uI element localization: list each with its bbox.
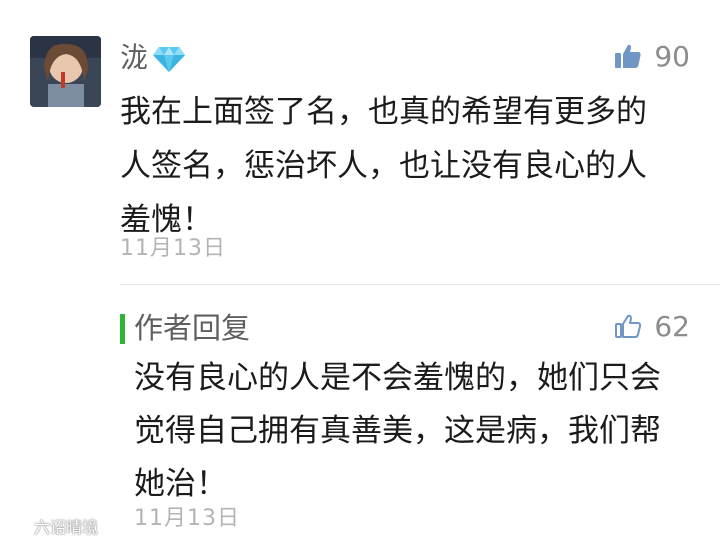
comment-date: 11月13日: [120, 236, 226, 261]
reply-date: 11月13日: [134, 506, 240, 531]
weibo-logo-icon: [6, 516, 32, 536]
username: 泷: [120, 41, 149, 74]
watermark-text: 六诏晴境: [34, 518, 99, 537]
reply-author: 作者回复: [134, 311, 251, 345]
reply-text: 没有良心的人是不会羞愧的，她们只会 觉得自己拥有真善美，这是病，我们帮 她治！: [134, 360, 661, 502]
avatar[interactable]: [30, 36, 101, 107]
reply-accent-bar: [120, 314, 125, 344]
reply-like-button[interactable]: 62: [614, 306, 690, 346]
like-count: 90: [654, 39, 690, 73]
thumbs-up-outline-icon: [614, 312, 642, 340]
thumbs-up-icon: [614, 42, 642, 70]
watermark: 六诏晴境: [6, 514, 98, 538]
like-count: 62: [654, 309, 690, 343]
comment-text: 我在上面签了名，也真的希望有更多的 人签名，惩治坏人，也让没有良心的人 羞愧！: [120, 94, 647, 238]
diamond-icon: [152, 44, 186, 72]
comment-like-button[interactable]: 90: [614, 36, 690, 76]
comment-author: 泷: [120, 38, 186, 78]
divider: [120, 284, 720, 285]
